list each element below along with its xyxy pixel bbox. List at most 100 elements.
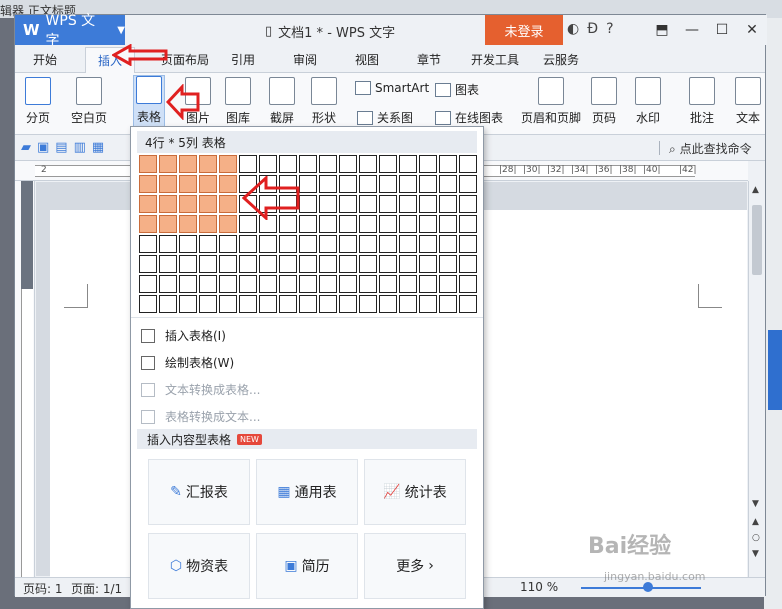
table-grid-cell[interactable] — [379, 235, 397, 253]
app-menu-button[interactable]: W WPS 文字 ▼ — [15, 13, 125, 49]
table-grid-cell[interactable] — [299, 235, 317, 253]
table-grid-cell[interactable] — [159, 155, 177, 173]
table-grid-cell[interactable] — [179, 175, 197, 193]
table-grid-cell[interactable] — [279, 275, 297, 293]
table-grid-cell[interactable] — [399, 235, 417, 253]
table-grid-cell[interactable] — [239, 295, 257, 313]
table-grid-cell[interactable] — [299, 275, 317, 293]
table-grid-cell[interactable] — [359, 295, 377, 313]
table-grid-cell[interactable] — [199, 295, 217, 313]
table-grid-cell[interactable] — [159, 215, 177, 233]
table-grid-cell[interactable] — [319, 155, 337, 173]
table-grid-cell[interactable] — [159, 295, 177, 313]
table-grid-cell[interactable] — [359, 175, 377, 193]
table-grid-cell[interactable] — [219, 175, 237, 193]
table-grid-cell[interactable] — [139, 175, 157, 193]
table-grid-cell[interactable] — [319, 195, 337, 213]
next-page-icon[interactable]: ▼ — [752, 549, 759, 559]
table-grid-cell[interactable] — [439, 275, 457, 293]
table-grid-cell[interactable] — [179, 275, 197, 293]
online-chart-button[interactable]: 在线图表 — [435, 109, 503, 126]
open-folder-icon[interactable]: ▰ — [21, 140, 31, 155]
zoom-slider-handle[interactable] — [643, 582, 653, 592]
table-grid-cell[interactable] — [379, 275, 397, 293]
table-button[interactable]: 表格 — [133, 75, 165, 130]
tab-home[interactable]: 开始 — [33, 51, 57, 68]
table-grid-cell[interactable] — [139, 295, 157, 313]
comment-button[interactable]: 批注 — [689, 77, 715, 126]
table-grid-cell[interactable] — [439, 195, 457, 213]
relation-button[interactable]: 关系图 — [357, 109, 413, 126]
select-browse-icon[interactable]: ○ — [752, 533, 760, 543]
table-grid-cell[interactable] — [219, 155, 237, 173]
draw-table-item[interactable]: 绘制表格(W) — [141, 354, 234, 371]
table-grid-cell[interactable] — [239, 275, 257, 293]
table-grid-cell[interactable] — [419, 195, 437, 213]
table-grid-cell[interactable] — [299, 295, 317, 313]
table-grid-cell[interactable] — [319, 215, 337, 233]
table-grid-cell[interactable] — [219, 195, 237, 213]
table-grid-cell[interactable] — [159, 255, 177, 273]
tab-review[interactable]: 审阅 — [293, 51, 317, 68]
table-grid-cell[interactable] — [199, 155, 217, 173]
more-tables-card[interactable]: 更多 › — [364, 533, 466, 599]
save-icon[interactable]: ▣ — [37, 140, 49, 155]
scrollbar-thumb[interactable] — [752, 205, 762, 275]
table-grid-cell[interactable] — [239, 235, 257, 253]
supplies-table-card[interactable]: ⬡ 物资表 — [148, 533, 250, 599]
table-grid-cell[interactable] — [219, 255, 237, 273]
tab-page-layout[interactable]: 页面布局 — [161, 51, 209, 68]
table-grid-cell[interactable] — [139, 275, 157, 293]
smartart-button[interactable]: SmartArt — [355, 81, 429, 95]
table-grid-cell[interactable] — [279, 235, 297, 253]
blank-page-button[interactable]: 空白页 — [71, 77, 107, 126]
table-grid-cell[interactable] — [439, 235, 457, 253]
docer-icon[interactable]: Ð — [587, 21, 598, 37]
restore-icon[interactable]: ⬒ — [647, 15, 677, 45]
table-grid-cell[interactable] — [459, 195, 477, 213]
prev-page-icon[interactable]: ▲ — [752, 517, 759, 527]
table-grid-cell[interactable] — [339, 155, 357, 173]
table-grid-cell[interactable] — [179, 235, 197, 253]
table-grid-cell[interactable] — [299, 195, 317, 213]
table-grid-cell[interactable] — [459, 275, 477, 293]
table-grid-cell[interactable] — [139, 235, 157, 253]
gallery-button[interactable]: 图库 — [225, 77, 251, 126]
tab-cloud[interactable]: 云服务 — [543, 51, 579, 68]
table-grid-cell[interactable] — [439, 175, 457, 193]
table-grid-cell[interactable] — [459, 155, 477, 173]
table-grid-cell[interactable] — [339, 215, 357, 233]
table-grid-cell[interactable] — [259, 295, 277, 313]
minimize-icon[interactable]: — — [677, 15, 707, 45]
table-grid-cell[interactable] — [299, 255, 317, 273]
table-grid-cell[interactable] — [259, 155, 277, 173]
general-table-card[interactable]: ▦ 通用表 — [256, 459, 358, 525]
table-grid-cell[interactable] — [339, 275, 357, 293]
table-grid-cell[interactable] — [359, 255, 377, 273]
table-grid-cell[interactable] — [439, 295, 457, 313]
table-grid-cell[interactable] — [459, 175, 477, 193]
chart-button[interactable]: 图表 — [435, 81, 479, 98]
table-grid-cell[interactable] — [219, 295, 237, 313]
screenshot-button[interactable]: 截屏 — [269, 77, 295, 126]
table-grid-cell[interactable] — [299, 155, 317, 173]
table-grid-cell[interactable] — [339, 175, 357, 193]
table-grid-cell[interactable] — [159, 195, 177, 213]
zoom-level[interactable]: 110 % — [520, 580, 558, 594]
table-grid-cell[interactable] — [179, 195, 197, 213]
table-grid-cell[interactable] — [399, 215, 417, 233]
table-size-grid[interactable] — [139, 155, 477, 313]
table-grid-cell[interactable] — [139, 255, 157, 273]
table-grid-cell[interactable] — [439, 155, 457, 173]
table-grid-cell[interactable] — [259, 235, 277, 253]
table-grid-cell[interactable] — [279, 255, 297, 273]
table-grid-cell[interactable] — [239, 155, 257, 173]
maximize-icon[interactable]: ☐ — [707, 15, 737, 45]
table-grid-cell[interactable] — [219, 215, 237, 233]
table-grid-cell[interactable] — [419, 215, 437, 233]
text-to-table-item[interactable]: 文本转换成表格... — [141, 381, 260, 398]
table-grid-cell[interactable] — [199, 235, 217, 253]
tab-developer[interactable]: 开发工具 — [471, 51, 519, 68]
vertical-scrollbar[interactable]: ▲ ▼ ▲ ○ ▼ — [748, 181, 765, 577]
table-to-text-item[interactable]: 表格转换成文本... — [141, 408, 260, 425]
